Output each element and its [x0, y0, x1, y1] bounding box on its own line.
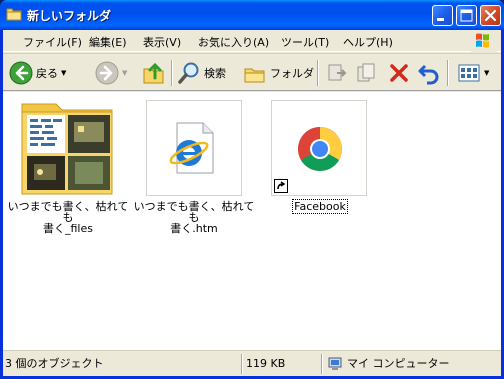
folder-icon	[6, 8, 22, 21]
window-title: 新しいフォルダ	[27, 9, 112, 23]
toolbar-separator	[447, 60, 449, 86]
maximize-icon	[460, 9, 473, 22]
back-button[interactable]: 戻る ▼	[9, 58, 66, 88]
status-object-count: 3 個のオブジェクト	[5, 357, 104, 370]
folder-icon	[21, 103, 113, 195]
folders-button[interactable]: フォルダ	[243, 58, 314, 88]
file-thumbnail[interactable]	[146, 100, 242, 196]
delete-icon	[390, 64, 408, 82]
up-folder-icon	[143, 62, 164, 84]
views-icon	[458, 64, 480, 82]
back-arrow-icon	[9, 61, 33, 85]
windows-flag-icon	[476, 33, 489, 48]
undo-icon	[418, 64, 439, 85]
forward-dropdown-icon[interactable]: ▼	[122, 69, 127, 77]
file-name-line1: Facebook	[292, 199, 348, 214]
minimize-icon	[437, 18, 444, 21]
menu-help[interactable]: ヘルプ(H)	[343, 34, 393, 50]
file-name[interactable]: いつまでも書く、枯れても 書く_files	[7, 201, 129, 234]
folders-label: フォルダ	[270, 67, 314, 80]
menu-view[interactable]: 表示(V)	[143, 34, 181, 50]
status-bar: 3 個のオブジェクト 119 KB マイ コンピューター	[3, 350, 501, 376]
menu-favorites[interactable]: お気に入り(A)	[198, 34, 269, 50]
status-location-label: マイ コンピューター	[347, 357, 450, 370]
menu-bar: ファイル(F) 編集(E) 表示(V) お気に入り(A) ツール(T) ヘルプ(…	[3, 30, 501, 52]
minimize-button[interactable]	[432, 5, 453, 26]
status-size: 119 KB	[246, 357, 286, 370]
folders-icon	[244, 68, 265, 83]
undo-button[interactable]	[417, 58, 441, 88]
search-button[interactable]: 検索	[177, 58, 226, 88]
folder-thumbnail[interactable]	[20, 100, 116, 196]
windows-logo	[471, 30, 497, 52]
up-folder-button[interactable]	[141, 58, 167, 88]
file-view[interactable]: いつまでも書く、枯れても 書く_files いつまでも書く、枯れても 書く.ht…	[3, 92, 501, 350]
copy-to-button[interactable]	[355, 58, 379, 88]
menu-edit[interactable]: 編集(E)	[89, 34, 127, 50]
menu-file[interactable]: ファイル(F)	[23, 34, 82, 50]
internet-explorer-icon	[169, 122, 214, 174]
status-divider	[321, 354, 323, 374]
file-name[interactable]: いつまでも書く、枯れても 書く.htm	[133, 201, 255, 234]
close-icon	[484, 9, 497, 22]
file-thumbnail[interactable]	[271, 100, 367, 196]
search-icon	[178, 62, 199, 84]
file-name-line2: 書く_files	[43, 222, 93, 235]
forward-arrow-icon	[95, 61, 119, 85]
close-button[interactable]	[480, 5, 501, 26]
my-computer-icon	[328, 357, 342, 370]
menu-tools[interactable]: ツール(T)	[281, 34, 329, 50]
search-label: 検索	[204, 67, 226, 80]
move-to-icon	[328, 64, 347, 81]
views-dropdown-icon[interactable]: ▼	[484, 69, 489, 77]
maximize-button[interactable]	[456, 5, 477, 26]
toolbar-separator	[317, 60, 319, 86]
file-name-line1: いつまでも書く、枯れても	[133, 200, 255, 224]
explorer-window: 新しいフォルダ ファイル(F) 編集(E) 表示(V) お気に入り(A) ツール…	[0, 0, 504, 379]
move-to-button[interactable]	[325, 58, 349, 88]
toolbar: 戻る ▼ ▼ 検索 フォルダ ▼	[3, 53, 501, 91]
status-location: マイ コンピューター	[327, 355, 450, 373]
file-name[interactable]: Facebook	[259, 199, 381, 214]
back-dropdown-icon[interactable]: ▼	[61, 69, 66, 77]
delete-button[interactable]	[387, 58, 411, 88]
file-name-line2: 書く.htm	[170, 222, 218, 235]
copy-to-icon	[357, 63, 375, 82]
window-frame: ファイル(F) 編集(E) 表示(V) お気に入り(A) ツール(T) ヘルプ(…	[3, 30, 501, 376]
title-bar[interactable]: 新しいフォルダ	[0, 0, 504, 30]
file-name-line1: いつまでも書く、枯れても	[7, 200, 129, 224]
forward-button[interactable]: ▼	[95, 58, 127, 88]
back-label: 戻る	[36, 67, 58, 80]
status-divider	[241, 354, 243, 374]
toolbar-separator	[171, 60, 173, 86]
shortcut-arrow-icon	[274, 179, 288, 193]
views-button[interactable]: ▼	[457, 58, 489, 88]
